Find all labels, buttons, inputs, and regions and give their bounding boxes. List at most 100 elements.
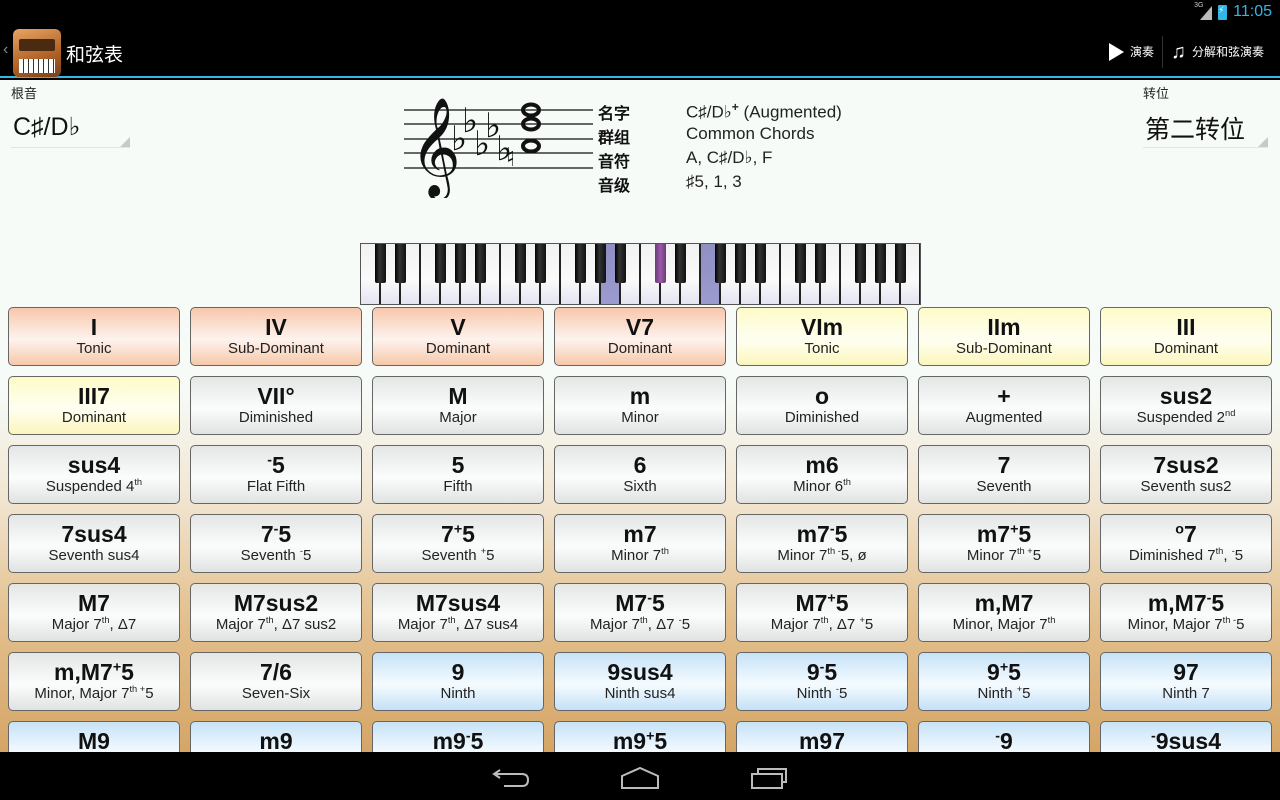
chord-description: Flat Fifth (246, 478, 306, 495)
black-key-Csharp3[interactable] (655, 244, 666, 283)
black-key-Dsharp3[interactable] (675, 244, 686, 283)
black-key-Gsharp1[interactable] (455, 244, 466, 283)
battery-charging-icon (1218, 4, 1228, 20)
chord-button[interactable]: 7sus4 Seventh sus4 (8, 514, 180, 573)
up-navigation-icon[interactable]: ‹ (3, 41, 8, 59)
chord-button[interactable]: -9sus4 (1100, 721, 1272, 752)
inversion-spinner[interactable]: 第二转位 (1143, 108, 1268, 148)
black-key-Gsharp3[interactable] (735, 244, 746, 283)
play-button[interactable]: 演奏 (1101, 25, 1162, 78)
black-key-Asharp2[interactable] (615, 244, 626, 283)
chord-description: Diminished (238, 409, 314, 426)
chord-button[interactable]: o Diminished (736, 376, 908, 435)
chord-description: Ninth -5 (796, 684, 848, 702)
black-key-Gsharp4[interactable] (875, 244, 886, 283)
arpeggio-play-button[interactable]: ♫ 分解和弦演奏 (1163, 25, 1272, 78)
chord-description: Dominant (607, 340, 673, 357)
chord-button[interactable]: V Dominant (372, 307, 544, 366)
chord-button[interactable]: I Tonic (8, 307, 180, 366)
chord-button[interactable]: VIm Tonic (736, 307, 908, 366)
piano-keyboard[interactable] (360, 243, 921, 305)
black-key-Csharp2[interactable] (515, 244, 526, 283)
recent-apps-icon[interactable] (738, 760, 798, 794)
chord-symbol: 9sus4 (607, 659, 673, 685)
chord-button[interactable]: 7+5 Seventh +5 (372, 514, 544, 573)
chord-button[interactable]: sus2 Suspended 2nd (1100, 376, 1272, 435)
black-key-Dsharp1[interactable] (395, 244, 406, 283)
chord-button[interactable]: 6 Sixth (554, 445, 726, 504)
black-key-Asharp3[interactable] (755, 244, 766, 283)
chord-button[interactable]: IIm Sub-Dominant (918, 307, 1090, 366)
chord-button[interactable]: 97 Ninth 7 (1100, 652, 1272, 711)
chord-description: Minor 6th (793, 477, 851, 495)
chord-button[interactable]: 7 Seventh (918, 445, 1090, 504)
chord-button[interactable]: m,M7-5 Minor, Major 7th -5 (1100, 583, 1272, 642)
chord-button[interactable]: 5 Fifth (372, 445, 544, 504)
chord-description: Seven-Six (241, 685, 311, 702)
chord-button[interactable]: III Dominant (1100, 307, 1272, 366)
black-key-Fsharp3[interactable] (715, 244, 726, 283)
chord-description: Seventh (976, 478, 1032, 495)
chord-button[interactable]: m6 Minor 6th (736, 445, 908, 504)
root-spinner[interactable]: C♯/D♭ (11, 108, 130, 148)
chord-button[interactable]: m7+5 Minor 7th +5 (918, 514, 1090, 573)
chord-button[interactable]: 7sus2 Seventh sus2 (1100, 445, 1272, 504)
black-key-Asharp1[interactable] (475, 244, 486, 283)
chord-button[interactable]: M7sus4 Major 7th, Δ7 sus4 (372, 583, 544, 642)
black-key-Csharp4[interactable] (795, 244, 806, 283)
chord-button[interactable]: m9+5 (554, 721, 726, 752)
chord-symbol: IV (265, 314, 287, 340)
chord-button[interactable]: o7 Diminished 7th, -5 (1100, 514, 1272, 573)
chord-button[interactable]: VII° Diminished (190, 376, 362, 435)
chord-button[interactable]: M7sus2 Major 7th, Δ7 sus2 (190, 583, 362, 642)
black-key-Dsharp4[interactable] (815, 244, 826, 283)
home-icon[interactable] (610, 760, 670, 794)
natural-sign-icon: ♮ (506, 143, 515, 173)
chord-symbol: 7sus2 (1153, 452, 1219, 478)
chord-button[interactable]: V7 Dominant (554, 307, 726, 366)
chord-button[interactable]: 7-5 Seventh -5 (190, 514, 362, 573)
chord-button[interactable]: M7+5 Major 7th, Δ7 +5 (736, 583, 908, 642)
chord-button[interactable]: 7/6 Seven-Six (190, 652, 362, 711)
chord-symbol: V7 (625, 314, 655, 340)
chord-button[interactable]: + Augmented (918, 376, 1090, 435)
black-key-Dsharp2[interactable] (535, 244, 546, 283)
chord-button[interactable]: 9-5 Ninth -5 (736, 652, 908, 711)
chord-button[interactable]: M7-5 Major 7th, Δ7 -5 (554, 583, 726, 642)
chord-button[interactable]: 9+5 Ninth +5 (918, 652, 1090, 711)
chord-button[interactable]: M7 Major 7th, Δ7 (8, 583, 180, 642)
chord-button[interactable]: 9sus4 Ninth sus4 (554, 652, 726, 711)
info-key: 音级 (598, 178, 631, 195)
black-key-Asharp4[interactable] (895, 244, 906, 283)
chord-button[interactable]: sus4 Suspended 4th (8, 445, 180, 504)
app-piano-icon[interactable] (13, 29, 61, 77)
chord-button[interactable]: m,M7+5 Minor, Major 7th +5 (8, 652, 180, 711)
chord-button[interactable]: -9 (918, 721, 1090, 752)
chord-button[interactable]: m7 Minor 7th (554, 514, 726, 573)
chord-button[interactable]: m9 (190, 721, 362, 752)
back-icon[interactable] (482, 760, 542, 794)
black-key-Fsharp1[interactable] (435, 244, 446, 283)
chord-button[interactable]: m Minor (554, 376, 726, 435)
chord-button[interactable]: m,M7 Minor, Major 7th (918, 583, 1090, 642)
black-key-Fsharp2[interactable] (575, 244, 586, 283)
chord-description: Minor 7th +5 (966, 546, 1042, 564)
chord-symbol: sus2 (1159, 383, 1213, 409)
chord-button[interactable]: m97 (736, 721, 908, 752)
black-key-Fsharp4[interactable] (855, 244, 866, 283)
chord-button[interactable]: III7 Dominant (8, 376, 180, 435)
chord-description: Ninth (440, 685, 476, 702)
black-key-Gsharp2[interactable] (595, 244, 606, 283)
chord-button[interactable]: m9-5 (372, 721, 544, 752)
chord-symbol: m7 (623, 521, 657, 547)
chord-button[interactable]: M Major (372, 376, 544, 435)
chord-button[interactable]: m7-5 Minor 7th -5, ø (736, 514, 908, 573)
chord-button[interactable]: IV Sub-Dominant (190, 307, 362, 366)
chord-button[interactable]: -5 Flat Fifth (190, 445, 362, 504)
chord-button[interactable]: 9 Ninth (372, 652, 544, 711)
chord-group-value: Common Chords (686, 124, 815, 143)
black-key-Csharp1[interactable] (375, 244, 386, 283)
chord-button[interactable]: M9 (8, 721, 180, 752)
chord-description: Seventh -5 (240, 546, 312, 564)
info-key: 群组 (598, 130, 631, 147)
